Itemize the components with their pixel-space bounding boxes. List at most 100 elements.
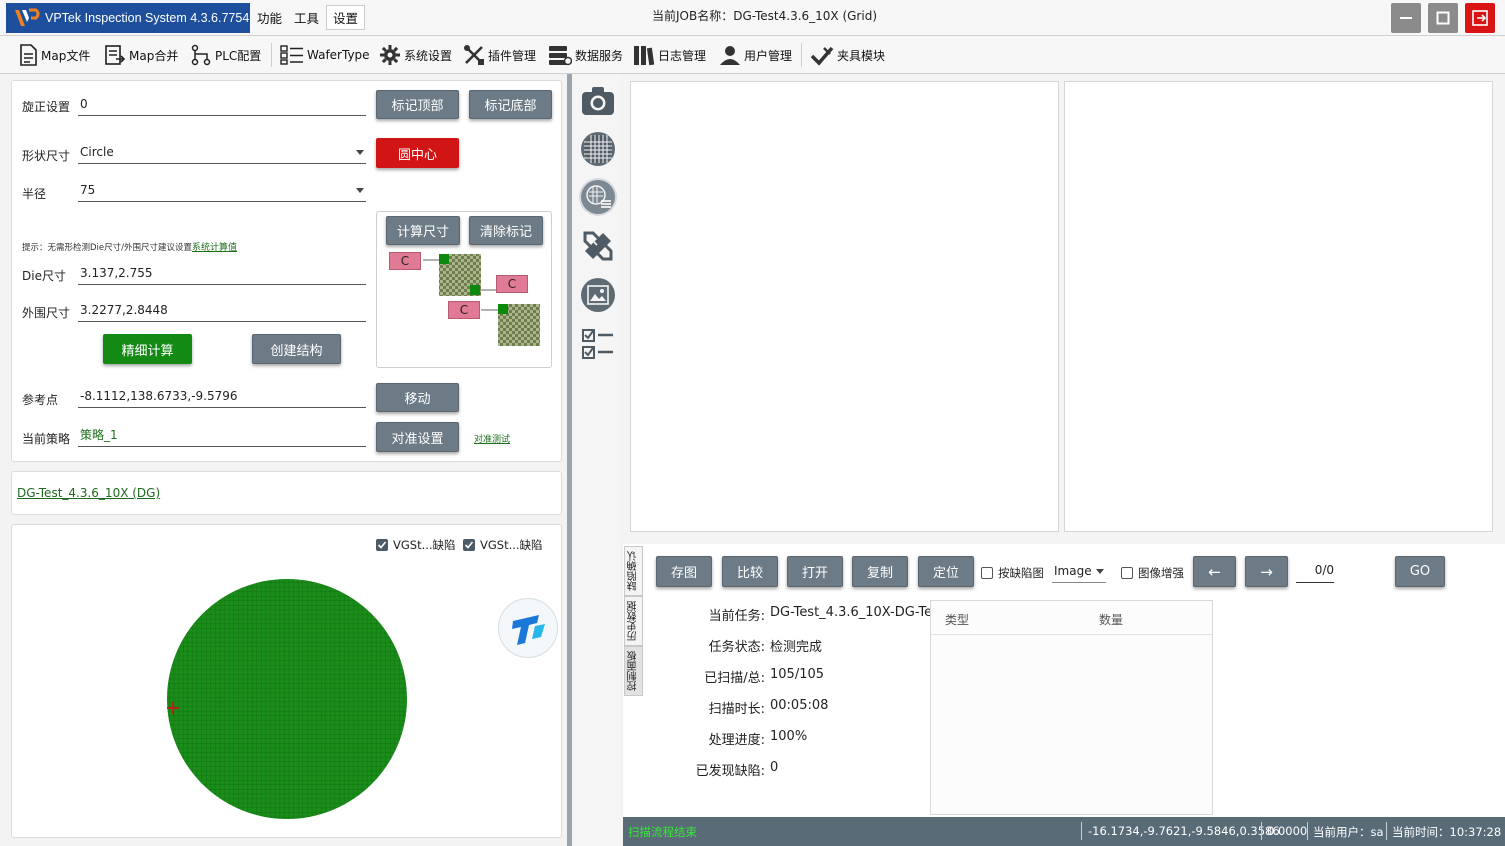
task-info-value: DG-Test_4.3.6_10X-DG-Te xyxy=(770,605,930,620)
align-settings-button[interactable]: 对准设置 xyxy=(376,422,459,452)
filter-checkbox-1[interactable]: VGSt...缺陷 xyxy=(376,537,456,553)
toolbar-separator xyxy=(801,43,802,67)
title-bar: VPTek Inspection System 4.3.6.7754 功能 工具… xyxy=(0,0,1505,36)
panel-splitter[interactable] xyxy=(567,74,572,846)
size-calc-box: 计算尺寸 清除标记 C C C xyxy=(376,211,552,368)
radius-select[interactable]: 75 xyxy=(78,180,366,202)
status-message: 扫描流程结束 xyxy=(628,825,697,839)
wafer-grid-tool[interactable] xyxy=(579,130,617,168)
shape-select[interactable]: Circle xyxy=(78,142,366,164)
die-size-input[interactable]: 3.137,2.755 xyxy=(78,263,366,285)
exit-button[interactable] xyxy=(1465,3,1495,33)
wafer-map[interactable] xyxy=(165,578,409,822)
alignment-panel: 旋正设置 0 标记顶部 标记底部 形状尺寸 Circle 圆中心 半径 75 计… xyxy=(11,80,562,462)
copy-button[interactable]: 复制 xyxy=(852,556,908,587)
task-info-key: 已扫描/总: xyxy=(704,671,765,686)
toolbar-map-merge[interactable]: Map合并 xyxy=(104,41,178,69)
recipe-panel: DG-Test_4.3.6_10X (DG) xyxy=(11,471,562,515)
toolbar-user-manager[interactable]: 用户管理 xyxy=(719,41,792,69)
locate-button[interactable]: 定位 xyxy=(918,556,974,587)
maximize-button[interactable] xyxy=(1428,3,1458,33)
circle-center-button[interactable]: 圆中心 xyxy=(376,138,459,168)
merge-icon xyxy=(105,45,126,65)
app-brand: VPTek Inspection System 4.3.6.7754 xyxy=(6,3,250,33)
wafer-list-icon xyxy=(581,180,615,214)
task-info: 当前任务: DG-Test_4.3.6_10X-DG-Te 任务状态: 检测完成 已… xyxy=(665,605,930,791)
database-icon xyxy=(549,46,572,66)
grid-list-icon xyxy=(280,45,303,65)
image-enhance-checkbox[interactable]: 图像增强 xyxy=(1121,565,1184,581)
image-mode-select[interactable]: Image xyxy=(1052,561,1106,583)
tab-defect-confirm[interactable]: 缺陷确认 xyxy=(624,546,643,596)
clear-marks-button[interactable]: 清除标记 xyxy=(469,216,543,245)
prev-button[interactable]: ← xyxy=(1193,556,1236,587)
next-button[interactable]: → xyxy=(1245,556,1288,587)
image-mode-value: Image xyxy=(1054,564,1092,578)
filter-checkbox-2[interactable]: VGSt...缺陷 xyxy=(463,537,543,553)
capture-tool[interactable] xyxy=(579,82,617,120)
by-defect-checkbox[interactable]: 按缺陷图 xyxy=(981,565,1044,581)
wafer-list-tool[interactable] xyxy=(579,178,617,216)
mark-top-button[interactable]: 标记顶部 xyxy=(376,90,459,119)
toolbar-label: WaferType xyxy=(307,48,370,62)
compare-button[interactable]: 比较 xyxy=(722,556,778,587)
wafer-die-grid xyxy=(167,579,407,819)
task-info-value: 00:05:08 xyxy=(770,698,829,713)
ruler-pencil-icon xyxy=(583,231,613,261)
image-tool[interactable] xyxy=(579,276,617,314)
status-user: 当前用户：sa xyxy=(1313,825,1384,839)
task-info-row: 当前任务: DG-Test_4.3.6_10X-DG-Te xyxy=(665,605,930,636)
toolbar-label: 用户管理 xyxy=(744,48,793,63)
minimize-button[interactable] xyxy=(1391,3,1421,33)
align-test-link[interactable]: 对准测试 xyxy=(474,432,510,445)
system-calc-link[interactable]: 系统计算值 xyxy=(192,243,237,253)
tab-control-panel[interactable]: 控制面板 xyxy=(624,646,643,696)
tab-history-data[interactable]: 历史数据 xyxy=(624,596,643,646)
measure-tool[interactable] xyxy=(579,227,617,265)
calc-size-button[interactable]: 计算尺寸 xyxy=(386,216,460,245)
toolbar-log-manager[interactable]: 日志管理 xyxy=(633,41,706,69)
save-image-button[interactable]: 存图 xyxy=(656,556,712,587)
strategy-value[interactable]: 策略_1 xyxy=(78,425,366,447)
checklist-tool[interactable] xyxy=(579,325,617,363)
fine-calc-button[interactable]: 精细计算 xyxy=(103,334,192,364)
toolbar-system-settings[interactable]: 系统设置 xyxy=(379,41,452,69)
strategy-label: 当前策略 xyxy=(22,432,71,446)
wafer-map-panel: VGSt...缺陷 VGSt...缺陷 xyxy=(11,524,562,838)
toolbar-plugin-manager[interactable]: 插件管理 xyxy=(463,41,536,69)
menu-function[interactable]: 功能 xyxy=(257,8,282,27)
outer-size-input[interactable]: 3.2277,2.8448 xyxy=(78,300,366,322)
radius-select-value: 75 xyxy=(80,183,96,197)
assistant-float-button[interactable] xyxy=(498,598,558,658)
create-structure-button[interactable]: 创建结构 xyxy=(252,334,341,364)
menu-tools[interactable]: 工具 xyxy=(294,8,319,27)
toolbar-plc-config[interactable]: PLC配置 xyxy=(190,41,261,69)
app-window: VPTek Inspection System 4.3.6.7754 功能 工具… xyxy=(0,0,1505,846)
status-bar: 扫描流程结束 -16.1734,-9.7621,-9.5846,0.3586 0… xyxy=(623,817,1505,846)
task-info-key: 任务状态: xyxy=(708,640,765,655)
toolbar-label: 插件管理 xyxy=(488,48,537,63)
toolbar-map-file[interactable]: Map文件 xyxy=(18,41,90,69)
size-hint-text: 提示：无需形检测Die尺寸/外围尺寸建议设置 xyxy=(22,243,193,253)
toolbar-data-service[interactable]: 数据服务 xyxy=(548,41,623,69)
image-viewer-left[interactable] xyxy=(630,81,1059,532)
mark-bottom-button[interactable]: 标记底部 xyxy=(469,90,552,119)
task-info-row: 扫描时长: 00:05:08 xyxy=(665,698,930,729)
rotate-label: 旋正设置 xyxy=(22,100,71,114)
filter-label: VGSt...缺陷 xyxy=(393,538,456,552)
maximize-icon xyxy=(1436,11,1450,25)
open-button[interactable]: 打开 xyxy=(787,556,843,587)
recipe-link[interactable]: DG-Test_4.3.6_10X (DG) xyxy=(17,486,160,500)
task-info-value: 0 xyxy=(770,760,779,775)
rotate-input[interactable]: 0 xyxy=(78,94,366,116)
go-button[interactable]: GO xyxy=(1395,556,1445,587)
task-info-value: 105/105 xyxy=(770,667,825,682)
menu-settings[interactable]: 设置 xyxy=(326,5,366,30)
image-viewer-right[interactable] xyxy=(1064,81,1493,532)
move-button[interactable]: 移动 xyxy=(376,383,459,412)
toolbar-wafer-type[interactable]: WaferType xyxy=(280,41,370,69)
ref-point-input[interactable]: -8.1112,138.6733,-9.5796 xyxy=(78,386,366,408)
checkbox-unchecked-icon xyxy=(1121,567,1133,579)
fixture-icon xyxy=(810,46,834,66)
toolbar-fixture-module[interactable]: 夹具模块 xyxy=(810,41,885,69)
